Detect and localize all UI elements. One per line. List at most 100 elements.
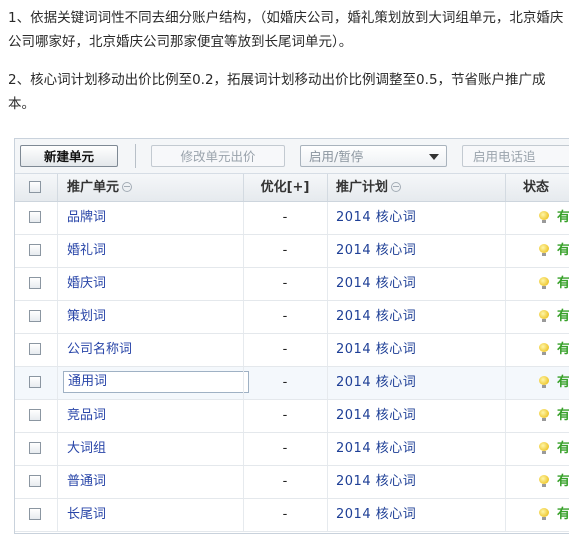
plan-link[interactable]: 2014 核心词 [336, 210, 416, 225]
plan-link[interactable]: 2014 核心词 [336, 474, 416, 489]
status-text: 有 [557, 342, 569, 357]
plan-link[interactable]: 2014 核心词 [336, 375, 416, 390]
unit-name-link[interactable]: 大词组 [67, 441, 106, 456]
optimize-cell: - [282, 276, 288, 291]
row-checkbox[interactable] [29, 343, 41, 355]
table-row[interactable]: 品牌词 - 2014 核心词 有 [15, 202, 569, 235]
plan-link[interactable]: 2014 核心词 [336, 507, 416, 522]
table-row[interactable]: 公司名称词 - 2014 核心词 有 [15, 334, 569, 367]
status-cell: 有 [505, 466, 569, 498]
status-text: 有 [557, 309, 569, 324]
lightbulb-icon[interactable] [539, 244, 549, 257]
table-row[interactable]: 通用词 - 2014 核心词 有 [15, 367, 569, 400]
status-cell: 有 [505, 202, 569, 234]
unit-cell: 大词组 [57, 433, 243, 465]
status-cell: 有 [505, 367, 569, 399]
sort-icon[interactable] [391, 182, 402, 192]
status-text: 有 [557, 243, 569, 258]
optimize-cell: - [282, 375, 288, 390]
plan-link[interactable]: 2014 核心词 [336, 309, 416, 324]
unit-name-link[interactable]: 长尾词 [67, 507, 106, 522]
row-checkbox[interactable] [29, 310, 41, 322]
lightbulb-icon[interactable] [539, 211, 549, 224]
row-checkbox[interactable] [29, 211, 41, 223]
table-row[interactable]: 婚礼词 - 2014 核心词 有 [15, 235, 569, 268]
column-header-unit[interactable]: 推广单元 [57, 174, 243, 201]
optimize-cell: - [282, 210, 288, 225]
unit-cell: 婚庆词 [57, 268, 243, 300]
unit-name-link[interactable]: 婚庆词 [67, 276, 106, 291]
table-row[interactable]: 大词组 - 2014 核心词 有 [15, 433, 569, 466]
unit-cell: 长尾词 [57, 499, 243, 531]
lightbulb-icon[interactable] [539, 442, 549, 455]
row-checkbox[interactable] [29, 475, 41, 487]
select-all-checkbox[interactable] [29, 181, 41, 193]
optimize-cell: - [282, 309, 288, 324]
unit-cell: 婚礼词 [57, 235, 243, 267]
status-text: 有 [557, 276, 569, 291]
row-checkbox[interactable] [29, 277, 41, 289]
optimize-cell: - [282, 441, 288, 456]
status-text: 有 [557, 408, 569, 423]
row-checkbox[interactable] [29, 508, 41, 520]
row-checkbox[interactable] [29, 442, 41, 454]
toolbar: 新建单元 修改单元出价 启用/暂停 启用电话追 [15, 139, 569, 174]
unit-name-link[interactable]: 婚礼词 [67, 243, 106, 258]
lightbulb-icon[interactable] [539, 277, 549, 290]
status-cell: 有 [505, 433, 569, 465]
table-row[interactable]: 婚庆词 - 2014 核心词 有 [15, 268, 569, 301]
unit-cell: 竞品词 [57, 400, 243, 432]
status-text: 有 [557, 375, 569, 390]
status-cell: 有 [505, 334, 569, 366]
table-row[interactable]: 长尾词 - 2014 核心词 有 [15, 499, 569, 532]
table-row[interactable]: 策划词 - 2014 核心词 有 [15, 301, 569, 334]
row-checkbox[interactable] [29, 244, 41, 256]
unit-name-link[interactable]: 公司名称词 [67, 342, 132, 357]
plan-cell: 2014 核心词 [327, 301, 505, 333]
status-text: 有 [557, 507, 569, 522]
row-checkbox[interactable] [29, 409, 41, 421]
unit-name-link[interactable]: 竞品词 [67, 408, 106, 423]
lightbulb-icon[interactable] [539, 343, 549, 356]
optimize-cell: - [282, 342, 288, 357]
lightbulb-icon[interactable] [539, 310, 549, 323]
plan-link[interactable]: 2014 核心词 [336, 408, 416, 423]
status-cell: 有 [505, 268, 569, 300]
lightbulb-icon[interactable] [539, 376, 549, 389]
table-row[interactable]: 普通词 - 2014 核心词 有 [15, 466, 569, 499]
plan-link[interactable]: 2014 核心词 [336, 342, 416, 357]
plan-link[interactable]: 2014 核心词 [336, 243, 416, 258]
lightbulb-icon[interactable] [539, 508, 549, 521]
plan-link[interactable]: 2014 核心词 [336, 276, 416, 291]
unit-name-link[interactable]: 策划词 [67, 309, 106, 324]
unit-name-link[interactable]: 普通词 [67, 474, 106, 489]
optimize-cell: - [282, 474, 288, 489]
enable-phone-tracking-button[interactable]: 启用电话追 [462, 145, 569, 167]
unit-cell: 普通词 [57, 466, 243, 498]
column-header-plan[interactable]: 推广计划 [327, 174, 505, 201]
chevron-down-icon [429, 154, 439, 160]
toolbar-divider [135, 144, 136, 168]
table-header-row: 推广单元 优化[+] 推广计划 状态 [15, 174, 569, 202]
column-header-optimize[interactable]: 优化[+] [243, 174, 327, 201]
status-cell: 有 [505, 235, 569, 267]
optimize-cell: - [282, 243, 288, 258]
enable-pause-label: 启用/暂停 [309, 149, 364, 164]
instruction-note-2: 2、核心词计划移动出价比例至0.2，拓展词计划移动出价比例调整至0.5，节省账户… [8, 72, 546, 112]
unit-cell: 策划词 [57, 301, 243, 333]
enable-pause-dropdown[interactable]: 启用/暂停 [300, 145, 447, 167]
plan-cell: 2014 核心词 [327, 433, 505, 465]
edit-unit-bid-button[interactable]: 修改单元出价 [151, 145, 285, 167]
plan-link[interactable]: 2014 核心词 [336, 441, 416, 456]
table-row[interactable]: 竞品词 - 2014 核心词 有 [15, 400, 569, 433]
sort-icon[interactable] [122, 182, 133, 192]
new-unit-button[interactable]: 新建单元 [20, 145, 118, 167]
status-text: 有 [557, 210, 569, 225]
row-checkbox[interactable] [29, 376, 41, 388]
unit-name-link[interactable]: 品牌词 [67, 210, 106, 225]
plan-cell: 2014 核心词 [327, 466, 505, 498]
unit-name-edit-field[interactable]: 通用词 [63, 371, 249, 393]
lightbulb-icon[interactable] [539, 475, 549, 488]
lightbulb-icon[interactable] [539, 409, 549, 422]
plan-cell: 2014 核心词 [327, 499, 505, 531]
